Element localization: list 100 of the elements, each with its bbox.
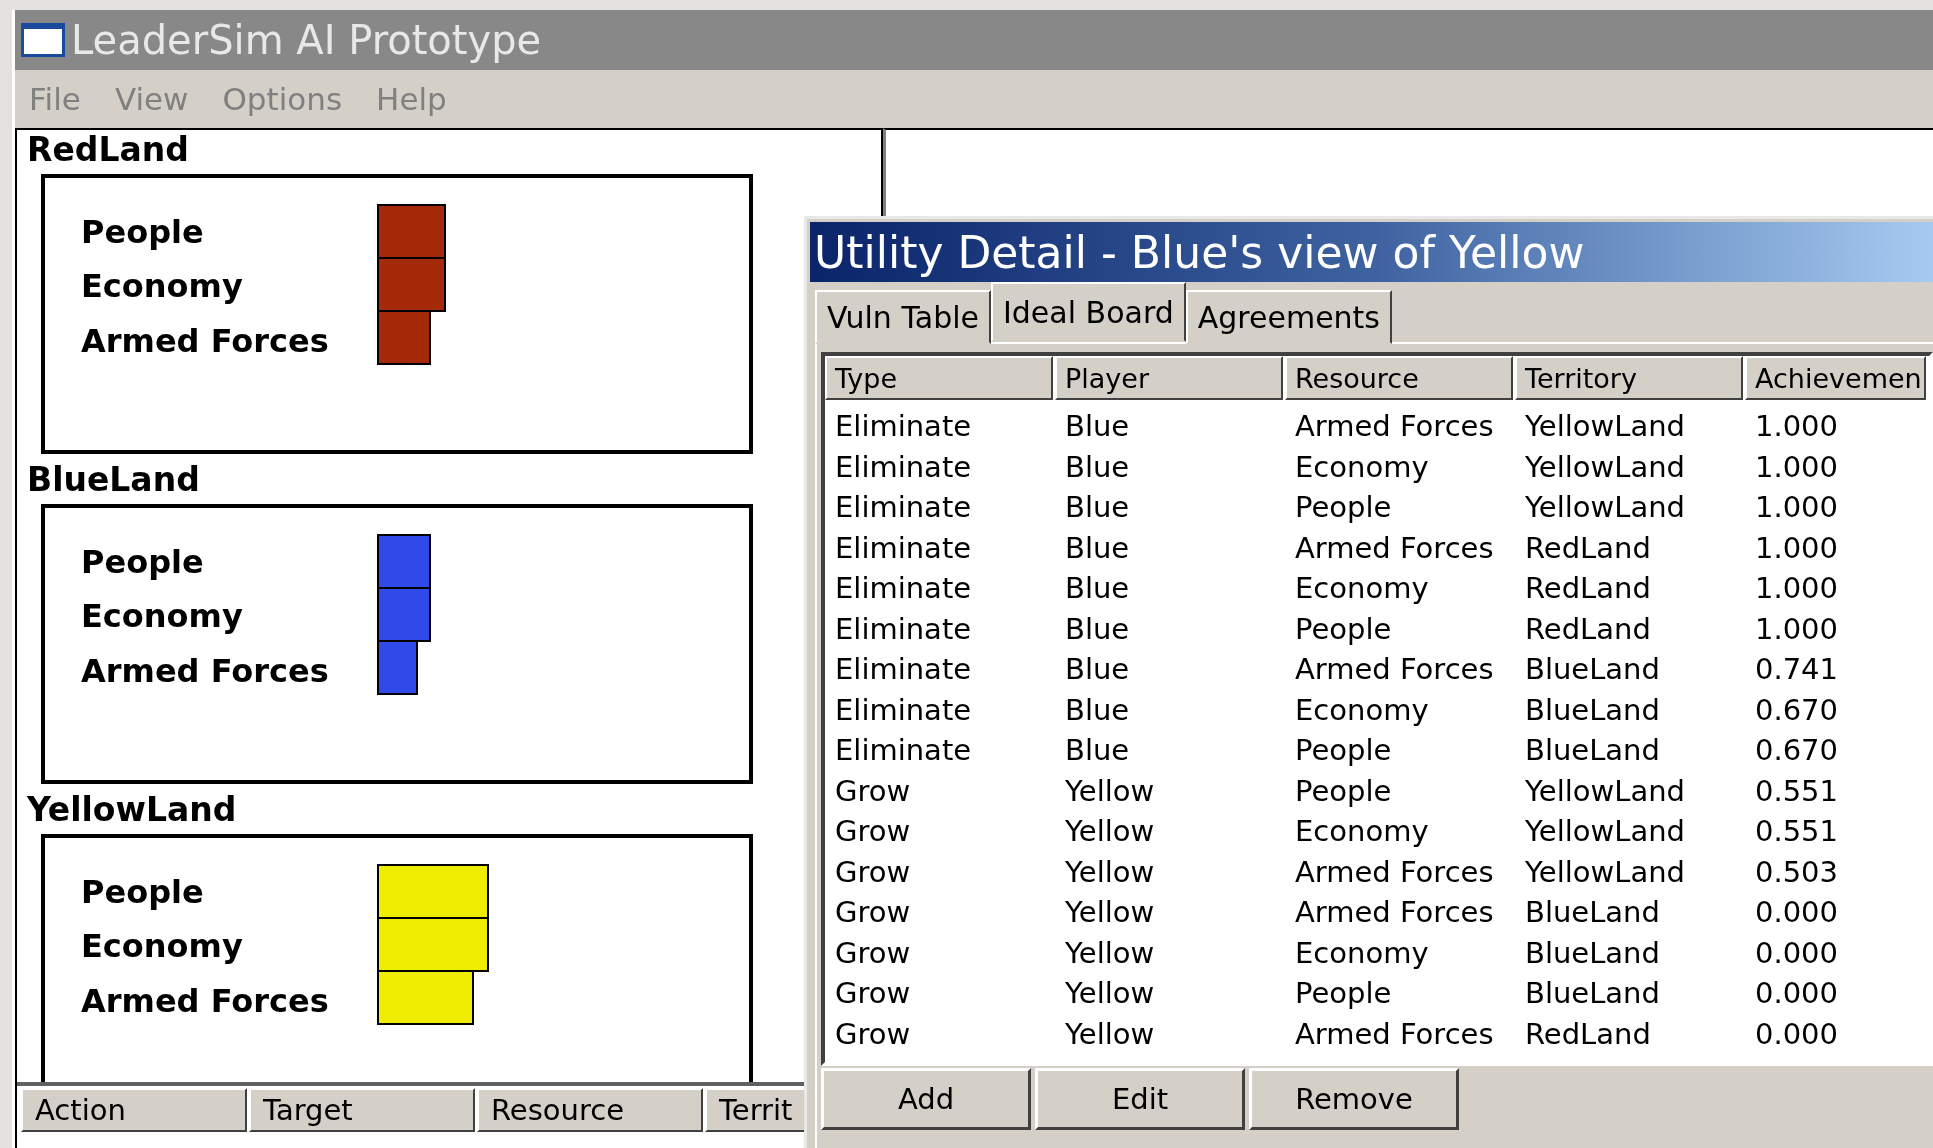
resource-label: People — [81, 873, 204, 912]
resource-label: Economy — [81, 927, 243, 966]
table-cell-text: 0.000 — [1754, 895, 1840, 930]
column-header[interactable]: Achievemen — [1745, 356, 1926, 400]
table-cell-text: Yellow — [1064, 773, 1156, 808]
table-cell-text: 1.000 — [1754, 449, 1840, 484]
table-cell-text: Eliminate — [834, 409, 973, 444]
action-button[interactable]: Remove — [1249, 1068, 1459, 1130]
resource-label: Armed Forces — [81, 321, 329, 361]
table-cell-text: Blue — [1064, 652, 1131, 687]
table-cell-text: 1.000 — [1754, 571, 1840, 606]
table-cell-text: BlueLand — [1524, 733, 1661, 768]
land-name: RedLand — [26, 130, 190, 171]
table-cell-text: Grow — [834, 1016, 912, 1051]
table-cell-text: 0.000 — [1754, 935, 1840, 970]
table-cell-text: Eliminate — [834, 449, 973, 484]
resource-label: People — [81, 543, 204, 582]
action-button[interactable]: Add — [821, 1068, 1031, 1130]
table-cell-text: Blue — [1064, 733, 1131, 768]
table-cell-text: YellowLand — [1524, 490, 1686, 525]
table-cell-text: Blue — [1064, 692, 1131, 727]
column-header[interactable]: Resource — [477, 1088, 703, 1132]
window-icon — [21, 23, 65, 57]
table-cell-text: BlueLand — [1524, 935, 1661, 970]
tab[interactable]: Agreements — [1185, 290, 1392, 344]
table-cell-text: Eliminate — [834, 692, 973, 727]
column-header[interactable]: Target — [249, 1088, 475, 1132]
table-cell-text: 1.000 — [1754, 490, 1840, 525]
table-cell-text: YellowLand — [1524, 814, 1686, 849]
resource-label: Economy — [81, 597, 243, 636]
table-cell-text: Grow — [834, 814, 912, 849]
table-cell-text: Yellow — [1064, 814, 1156, 849]
table-cell-text: Yellow — [1064, 854, 1156, 889]
table-cell-text: People — [1294, 733, 1393, 768]
table-cell-text: Armed Forces — [1294, 854, 1495, 889]
table-cell-text: 1.000 — [1754, 611, 1840, 646]
table-cell-text: Yellow — [1064, 976, 1156, 1011]
table-cell-text: 0.551 — [1754, 814, 1840, 849]
table-cell-text: Grow — [834, 935, 912, 970]
resource-label: Armed Forces — [81, 651, 329, 691]
column-header[interactable]: Resource — [1285, 356, 1513, 400]
table-cell-text: YellowLand — [1524, 409, 1686, 444]
table-cell-text: Blue — [1064, 490, 1131, 525]
column-header[interactable]: Player — [1055, 356, 1283, 400]
table-cell-text: Grow — [834, 976, 912, 1011]
table-cell-text: YellowLand — [1524, 449, 1686, 484]
table-cell-text: 0.670 — [1754, 733, 1840, 768]
table-cell-text: Grow — [834, 773, 912, 808]
table-cell-text: 0.000 — [1754, 976, 1840, 1011]
table-cell-text: Armed Forces — [1294, 1016, 1495, 1051]
table-cell-text: Economy — [1294, 935, 1430, 970]
table-cell-text: Blue — [1064, 530, 1131, 565]
tab[interactable]: Vuln Table — [815, 290, 991, 344]
table-cell-text: Blue — [1064, 571, 1131, 606]
table-cell-text: Yellow — [1064, 895, 1156, 930]
column-header[interactable]: Territory — [1515, 356, 1743, 400]
table-cell-text: Economy — [1294, 692, 1430, 727]
table-cell-text: Grow — [834, 895, 912, 930]
table-cell-text: Eliminate — [834, 571, 973, 606]
action-button[interactable]: Edit — [1035, 1068, 1245, 1130]
table-cell-text: Blue — [1064, 611, 1131, 646]
table-cell-text: 0.503 — [1754, 854, 1840, 889]
column-header[interactable]: Type — [825, 356, 1053, 400]
table-cell-text: 0.000 — [1754, 1016, 1840, 1051]
table-cell-text: Armed Forces — [1294, 652, 1495, 687]
table-cell-text: YellowLand — [1524, 773, 1686, 808]
column-header[interactable]: Action — [21, 1088, 247, 1132]
table-cell-text: BlueLand — [1524, 976, 1661, 1011]
tab[interactable]: Ideal Board — [990, 282, 1186, 342]
table-cell-text: BlueLand — [1524, 652, 1661, 687]
table-cell-text: People — [1294, 490, 1393, 525]
table-cell-text: Economy — [1294, 571, 1430, 606]
table-cell-text: Economy — [1294, 449, 1430, 484]
table-cell-text: BlueLand — [1524, 895, 1661, 930]
table-cell-text: RedLand — [1524, 1016, 1652, 1051]
table-cell-text: Yellow — [1064, 935, 1156, 970]
resource-label: Armed Forces — [81, 981, 329, 1021]
table-cell-text: BlueLand — [1524, 692, 1661, 727]
table-cell-text: 1.000 — [1754, 530, 1840, 565]
table-cell-text: People — [1294, 976, 1393, 1011]
table-cell-text: Economy — [1294, 814, 1430, 849]
table-cell-text: 0.551 — [1754, 773, 1840, 808]
table-cell-text: People — [1294, 611, 1393, 646]
table-cell-text: Eliminate — [834, 733, 973, 768]
resource-label: People — [81, 213, 204, 252]
table-cell-text: RedLand — [1524, 530, 1652, 565]
table-cell-text: Armed Forces — [1294, 530, 1495, 565]
table-cell-text: People — [1294, 773, 1393, 808]
table-cell-text: 0.670 — [1754, 692, 1840, 727]
table-cell-text: Eliminate — [834, 490, 973, 525]
table-cell-text: YellowLand — [1524, 854, 1686, 889]
table-cell-text: 1.000 — [1754, 409, 1840, 444]
table-cell-text: Eliminate — [834, 652, 973, 687]
resource-label: Economy — [81, 267, 243, 306]
table-cell-text: RedLand — [1524, 571, 1652, 606]
table-cell-text: Blue — [1064, 449, 1131, 484]
table-cell-text: Yellow — [1064, 1016, 1156, 1051]
table-cell-text: Eliminate — [834, 611, 973, 646]
dialog-title: Utility Detail - Blue's view of Yellow — [810, 222, 1933, 282]
table-cell-text: Grow — [834, 854, 912, 889]
